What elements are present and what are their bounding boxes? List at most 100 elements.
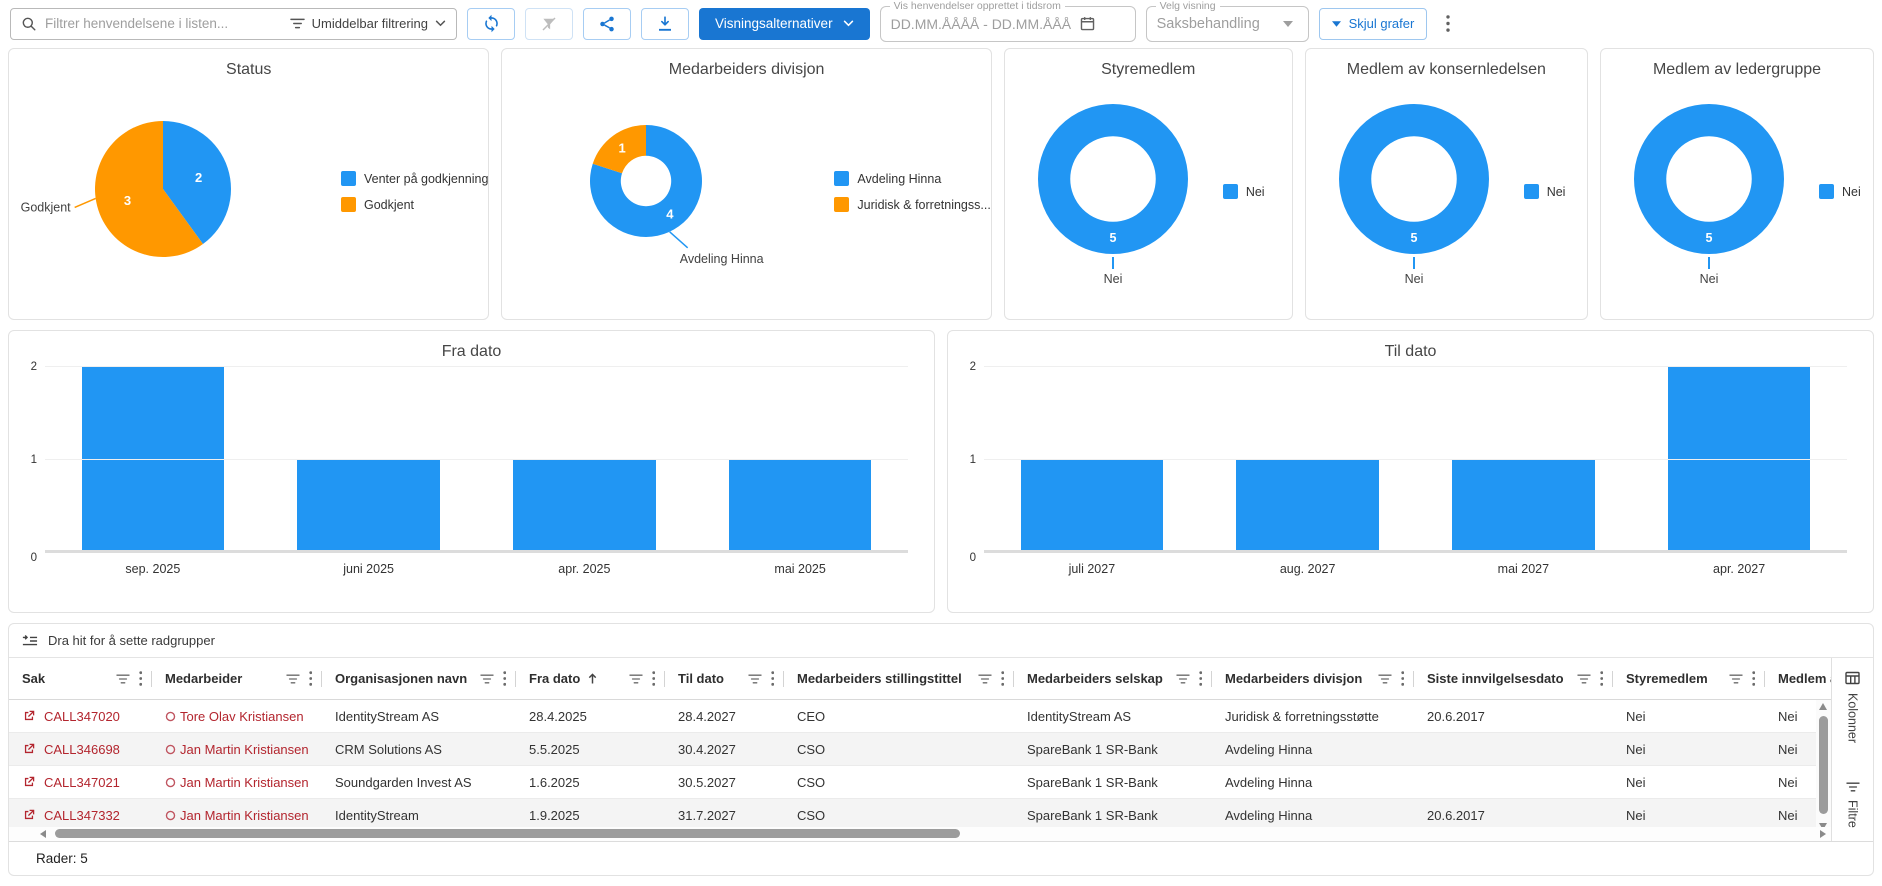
vertical-scrollbar[interactable]: [1816, 700, 1831, 833]
case-link[interactable]: CALL347020: [44, 709, 120, 724]
filter-icon[interactable]: [748, 673, 762, 685]
filters-panel-tab[interactable]: Filtre: [1846, 781, 1860, 828]
x-axis: sep. 2025juni 2025apr. 2025mai 2025: [45, 553, 908, 576]
horizontal-scroll-thumb[interactable]: [55, 829, 960, 838]
refresh-button[interactable]: [467, 8, 515, 40]
column-menu-icon[interactable]: [652, 671, 656, 686]
employee-link[interactable]: Jan Martin Kristiansen: [180, 742, 309, 757]
filter-icon[interactable]: [1729, 673, 1743, 685]
column-header-sak[interactable]: Sak: [9, 658, 152, 699]
column-header-styremedlem[interactable]: Styremedlem: [1613, 658, 1765, 699]
filter-icon[interactable]: [629, 673, 643, 685]
svg-text:5: 5: [1109, 230, 1116, 244]
column-header-medarbeiders-stillingstittel[interactable]: Medarbeiders stillingstittel: [784, 658, 1014, 699]
filter-icon[interactable]: [1378, 673, 1392, 685]
filter-icon[interactable]: [480, 673, 494, 685]
column-header-organisasjonen-navn[interactable]: Organisasjonen navn: [322, 658, 516, 699]
open-case-icon[interactable]: [22, 775, 36, 789]
scroll-left-arrow-icon[interactable]: [40, 830, 46, 838]
hide-charts-button[interactable]: Skjul grafer: [1319, 8, 1428, 40]
column-menu-icon[interactable]: [1752, 671, 1756, 686]
filter-icon[interactable]: [978, 673, 992, 685]
column-menu-icon[interactable]: [1401, 671, 1405, 686]
filter-icon[interactable]: [116, 673, 130, 685]
column-header-siste-innvilgelsesdato[interactable]: Siste innvilgelsesdato: [1414, 658, 1613, 699]
open-case-icon[interactable]: [22, 709, 36, 723]
svg-text:2: 2: [195, 169, 202, 184]
filter-icon[interactable]: [1176, 673, 1190, 685]
column-header-medlem-av-ko[interactable]: Medlem av ko: [1765, 658, 1831, 699]
column-label: Til dato: [678, 671, 724, 686]
search-box[interactable]: Umiddelbar filtrering: [10, 8, 457, 40]
row-group-hint: Dra hit for å sette radgrupper: [48, 633, 215, 648]
cell-medarbeiders-selskap: SpareBank 1 SR-Bank: [1014, 766, 1212, 798]
data-grid: Dra hit for å sette radgrupper SakMedarb…: [8, 623, 1874, 876]
calendar-icon[interactable]: [1079, 15, 1096, 32]
row-group-dropzone[interactable]: Dra hit for å sette radgrupper: [9, 624, 1873, 658]
column-header-medarbeiders-divisjon[interactable]: Medarbeiders divisjon: [1212, 658, 1414, 699]
cell-medarbeiders-stillingstittel: CSO: [784, 766, 1014, 798]
table-row[interactable]: CALL347021Jan Martin KristiansenSoundgar…: [9, 766, 1831, 799]
column-menu-icon[interactable]: [1199, 671, 1203, 686]
legend-item[interactable]: Nei: [1223, 184, 1265, 199]
vertical-scroll-thumb[interactable]: [1819, 716, 1828, 814]
case-link[interactable]: CALL346698: [44, 742, 120, 757]
cell-medarbeiders-divisjon: Avdeling Hinna: [1212, 733, 1414, 765]
bar-slot: [45, 367, 261, 553]
chevron-down-icon: [843, 20, 854, 27]
column-menu-icon[interactable]: [503, 671, 507, 686]
case-link[interactable]: CALL347021: [44, 775, 120, 790]
bar: [1236, 460, 1378, 553]
share-button[interactable]: [583, 8, 631, 40]
table-row[interactable]: CALL346698Jan Martin KristiansenCRM Solu…: [9, 733, 1831, 766]
download-button[interactable]: [641, 8, 689, 40]
legend-item[interactable]: Venter på godkjenning: [341, 171, 488, 186]
open-case-icon[interactable]: [22, 742, 36, 756]
column-menu-icon[interactable]: [309, 671, 313, 686]
x-tick-label: sep. 2025: [45, 562, 261, 576]
date-range-input[interactable]: [891, 16, 1071, 32]
column-menu-icon[interactable]: [139, 671, 143, 686]
column-menu-icon[interactable]: [1600, 671, 1604, 686]
column-header-medarbeiders-selskap[interactable]: Medarbeiders selskap: [1014, 658, 1212, 699]
legend-item[interactable]: Nei: [1819, 184, 1861, 199]
legend-item[interactable]: Godkjent: [341, 197, 488, 212]
column-header-fra-dato[interactable]: Fra dato: [516, 658, 665, 699]
date-range-field[interactable]: Vis henvendelser opprettet i tidsrom: [880, 6, 1136, 42]
employee-link[interactable]: Jan Martin Kristiansen: [180, 808, 309, 823]
employee-link[interactable]: Jan Martin Kristiansen: [180, 775, 309, 790]
case-link[interactable]: CALL347332: [44, 808, 120, 823]
scroll-right-arrow-icon[interactable]: [1820, 830, 1826, 838]
bar: [1021, 460, 1163, 553]
column-menu-icon[interactable]: [771, 671, 775, 686]
contact-ring-icon: [165, 744, 176, 755]
open-case-icon[interactable]: [22, 808, 36, 822]
filter-icon[interactable]: [286, 673, 300, 685]
column-menu-icon[interactable]: [1001, 671, 1005, 686]
clear-filter-button[interactable]: [525, 8, 573, 40]
legend-item[interactable]: Nei: [1524, 184, 1566, 199]
styremedlem-donut-chart: 5Nei: [1005, 81, 1223, 303]
immediate-filter-dropdown[interactable]: Umiddelbar filtrering: [290, 16, 446, 31]
legend-item[interactable]: Avdeling Hinna: [834, 171, 990, 186]
employee-link[interactable]: Tore Olav Kristiansen: [180, 709, 304, 724]
donut-slice: [1650, 120, 1768, 238]
legend-swatch: [834, 197, 849, 212]
y-tick-label: 1: [31, 454, 37, 466]
x-tick-label: mai 2027: [1416, 562, 1632, 576]
toolbar: Umiddelbar filtrering Visningsalternativ…: [0, 0, 1882, 46]
scroll-up-arrow-icon[interactable]: [1819, 703, 1827, 710]
search-input[interactable]: [45, 16, 282, 31]
filter-icon[interactable]: [1577, 673, 1591, 685]
column-header-medarbeider[interactable]: Medarbeider: [152, 658, 322, 699]
columns-panel-tab[interactable]: Kolonner: [1844, 670, 1861, 743]
toolbar-menu-icon[interactable]: [1437, 8, 1459, 40]
view-options-button[interactable]: Visningsalternativer: [699, 8, 870, 40]
table-row[interactable]: CALL347020Tore Olav KristiansenIdentityS…: [9, 700, 1831, 733]
view-select-field[interactable]: Velg visning Saksbehandling: [1146, 6, 1309, 42]
legend-item[interactable]: Juridisk & forretningss...: [834, 197, 990, 212]
chart-title: Medlem av konsernledelsen: [1306, 49, 1587, 79]
til-dato-bar-chart: 012juli 2027aug. 2027mai 2027apr. 2027: [948, 361, 1873, 576]
horizontal-scrollbar[interactable]: [9, 827, 1831, 841]
column-header-til-dato[interactable]: Til dato: [665, 658, 784, 699]
